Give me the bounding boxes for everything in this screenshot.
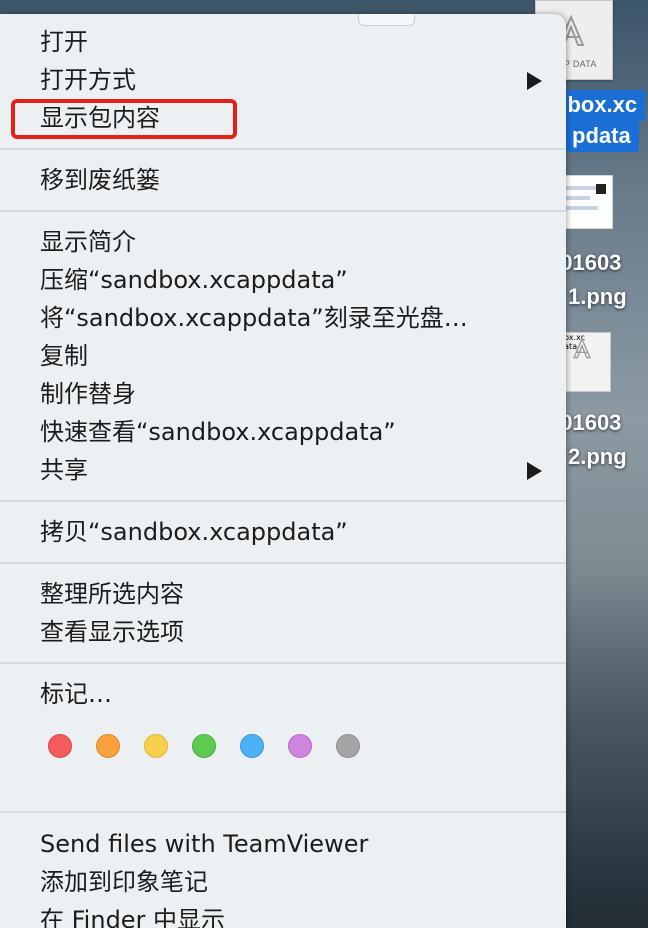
menu-item-clean-up-selection[interactable]: 整理所选内容 <box>40 575 542 613</box>
tag-yellow-icon[interactable] <box>144 734 168 758</box>
menu-item-label: 拷贝“sandbox.xcappdata” <box>40 518 348 546</box>
menu-item-label: 将“sandbox.xcappdata”刻录至光盘… <box>40 304 468 332</box>
red-annotation-box <box>11 99 237 139</box>
menu-item-make-alias[interactable]: 制作替身 <box>40 375 542 413</box>
menu-separator <box>0 210 566 212</box>
file1-label-line2[interactable]: 1.png <box>568 282 627 312</box>
menu-item-label: 快速查看“sandbox.xcappdata” <box>40 418 396 446</box>
menu-item-label: 整理所选内容 <box>40 580 184 608</box>
menu-item-label: 打开方式 <box>40 66 136 94</box>
file2-label-line2[interactable]: 2.png <box>568 442 627 472</box>
menu-item-open-with[interactable]: 打开方式 <box>40 61 542 99</box>
tag-blue-icon[interactable] <box>240 734 264 758</box>
menu-item-copy[interactable]: 拷贝“sandbox.xcappdata” <box>40 513 542 551</box>
menu-separator <box>0 148 566 150</box>
menu-item-tags[interactable]: 标记… <box>40 675 542 713</box>
menu-item-move-to-trash[interactable]: 移到废纸篓 <box>40 161 542 199</box>
menu-item-view-options[interactable]: 查看显示选项 <box>40 613 542 651</box>
menu-item-label: 制作替身 <box>40 380 136 408</box>
menu-item-show-in-finder[interactable]: 在 Finder 中显示 <box>40 901 542 928</box>
tag-green-icon[interactable] <box>192 734 216 758</box>
menu-item-label: 显示简介 <box>40 228 136 256</box>
menu-item-label: 打开 <box>40 28 88 56</box>
submenu-arrow-icon <box>527 462 542 480</box>
menu-item-send-with-teamviewer[interactable]: Send files with TeamViewer <box>40 825 542 863</box>
tag-purple-icon[interactable] <box>288 734 312 758</box>
menu-item-duplicate[interactable]: 复制 <box>40 337 542 375</box>
menu-item-label: Send files with TeamViewer <box>40 830 369 858</box>
menu-item-share[interactable]: 共享 <box>40 451 542 489</box>
menu-item-label: 在 Finder 中显示 <box>40 906 226 928</box>
menu-item-label: 移到废纸篓 <box>40 166 160 194</box>
menu-item-label: 添加到印象笔记 <box>40 868 208 896</box>
selected-file-label-line2[interactable]: pdata <box>566 121 639 152</box>
menu-separator <box>0 662 566 664</box>
menu-item-label: 标记… <box>40 680 112 708</box>
tag-gray-icon[interactable] <box>336 734 360 758</box>
submenu-arrow-icon <box>527 72 542 90</box>
menu-separator <box>0 811 566 813</box>
thumb-bar <box>562 196 590 200</box>
context-menu: 打开 打开方式 显示包内容 移到废纸篓 显示简介 压缩“sandbox.xcap… <box>0 14 566 928</box>
menu-item-label: 共享 <box>40 456 88 484</box>
menu-item-burn-to-disc[interactable]: 将“sandbox.xcappdata”刻录至光盘… <box>40 299 542 337</box>
menu-separator <box>0 562 566 564</box>
menu-item-label: 复制 <box>40 342 88 370</box>
menu-item-get-info[interactable]: 显示简介 <box>40 223 542 261</box>
app-glyph-icon <box>572 337 592 359</box>
menu-item-open[interactable]: 打开 <box>40 23 542 61</box>
thumb-block <box>596 184 606 194</box>
tag-red-icon[interactable] <box>48 734 72 758</box>
menu-item-quick-look[interactable]: 快速查看“sandbox.xcappdata” <box>40 413 542 451</box>
thumb-bar <box>562 206 598 210</box>
menu-item-add-to-evernote[interactable]: 添加到印象笔记 <box>40 863 542 901</box>
menu-item-label: 压缩“sandbox.xcappdata” <box>40 266 348 294</box>
menu-item-label: 查看显示选项 <box>40 618 184 646</box>
menu-item-compress[interactable]: 压缩“sandbox.xcappdata” <box>40 261 542 299</box>
tag-orange-icon[interactable] <box>96 734 120 758</box>
menu-separator <box>0 500 566 502</box>
